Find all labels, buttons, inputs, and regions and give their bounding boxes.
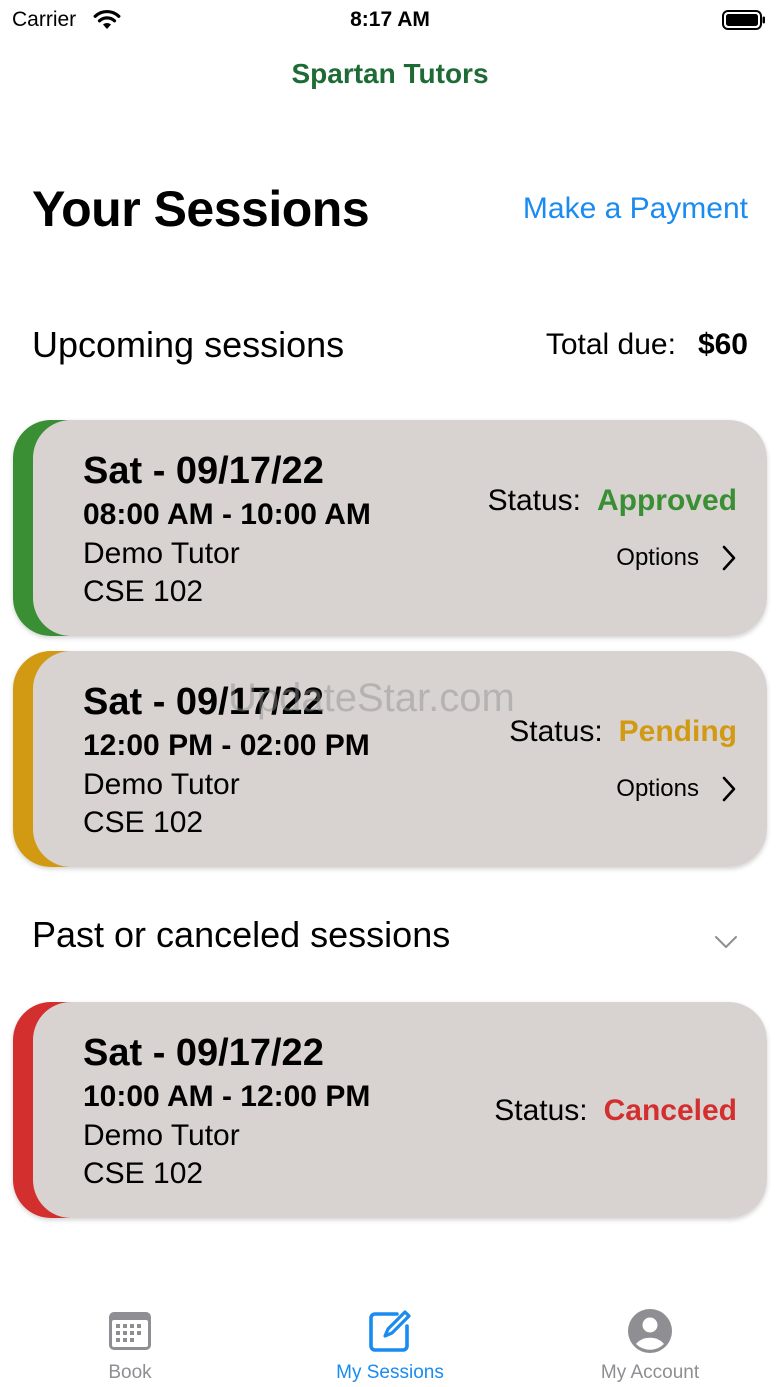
status-label: Status: — [494, 1094, 588, 1127]
tab-label: My Account — [600, 1362, 700, 1383]
status-value: Approved — [596, 484, 737, 517]
calendar-icon — [109, 1312, 151, 1350]
chevron-down-icon[interactable] — [714, 934, 738, 950]
session-course: CSE 102 — [83, 1157, 204, 1190]
options-button[interactable]: Options — [616, 544, 737, 572]
tab-my-sessions[interactable]: My Sessions — [260, 1290, 520, 1384]
session-time: 08:00 AM - 10:00 AM — [83, 498, 371, 531]
session-time: 12:00 PM - 02:00 PM — [83, 729, 370, 762]
tab-my-account[interactable]: My Account — [520, 1290, 780, 1384]
session-date: Sat - 09/17/22 — [83, 681, 324, 723]
tab-bar: Book My Sessions My Account — [0, 1290, 780, 1387]
options-button[interactable]: Options — [616, 775, 737, 803]
session-date: Sat - 09/17/22 — [83, 450, 324, 492]
status-label: Status: — [487, 484, 581, 517]
options-label: Options — [616, 775, 699, 802]
upcoming-sessions-heading: Upcoming sessions — [32, 324, 345, 365]
past-sessions-heading[interactable]: Past or canceled sessions — [32, 914, 450, 956]
session-card[interactable]: Sat - 09/17/22 10:00 AM - 12:00 PM Demo … — [13, 1002, 767, 1218]
session-card-body: Sat - 09/17/22 12:00 PM - 02:00 PM Demo … — [33, 651, 767, 867]
session-card[interactable]: Sat - 09/17/22 12:00 PM - 02:00 PM Demo … — [13, 651, 767, 867]
total-due: Total due: $60 — [546, 328, 748, 362]
session-course: CSE 102 — [83, 806, 204, 839]
edit-icon — [369, 1310, 411, 1352]
chevron-right-icon — [722, 776, 736, 802]
session-course: CSE 102 — [83, 575, 204, 608]
session-tutor: Demo Tutor — [83, 1119, 240, 1152]
status-value: Pending — [618, 715, 737, 748]
make-payment-link[interactable]: Make a Payment — [523, 192, 748, 226]
session-status: Status: Pending — [509, 715, 737, 749]
page-title: Your Sessions — [32, 181, 370, 237]
options-label: Options — [616, 544, 699, 571]
status-value: Canceled — [603, 1094, 737, 1127]
total-due-amount: $60 — [697, 328, 748, 361]
session-card-body: Sat - 09/17/22 08:00 AM - 10:00 AM Demo … — [33, 420, 767, 636]
tab-label: Book — [108, 1362, 152, 1383]
session-tutor: Demo Tutor — [83, 537, 240, 570]
battery-icon — [722, 10, 765, 30]
session-tutor: Demo Tutor — [83, 768, 240, 801]
session-date: Sat - 09/17/22 — [83, 1032, 324, 1074]
status-bar: Carrier 8:17 AM — [0, 0, 780, 40]
clock: 8:17 AM — [350, 8, 430, 31]
total-due-label: Total due: — [545, 328, 676, 361]
tab-book[interactable]: Book — [0, 1290, 260, 1384]
session-card[interactable]: Sat - 09/17/22 08:00 AM - 10:00 AM Demo … — [13, 420, 767, 636]
session-time: 10:00 AM - 12:00 PM — [83, 1080, 371, 1113]
tab-label: My Sessions — [336, 1362, 444, 1383]
account-icon — [628, 1309, 672, 1353]
session-status: Status: Canceled — [494, 1094, 737, 1128]
chevron-right-icon — [722, 545, 736, 571]
session-status: Status: Approved — [488, 484, 737, 518]
app-title: Spartan Tutors — [291, 58, 489, 89]
status-label: Status: — [509, 715, 603, 748]
session-card-body: Sat - 09/17/22 10:00 AM - 12:00 PM Demo … — [33, 1002, 767, 1218]
